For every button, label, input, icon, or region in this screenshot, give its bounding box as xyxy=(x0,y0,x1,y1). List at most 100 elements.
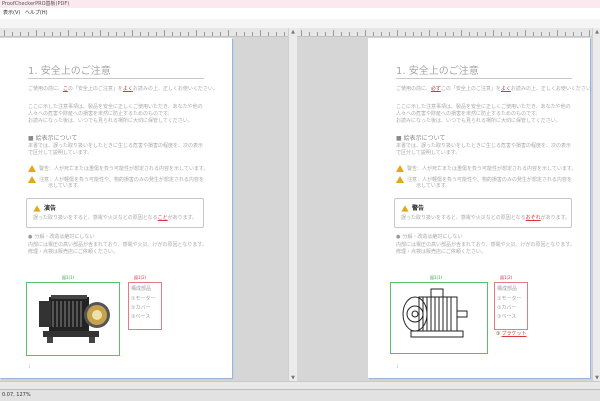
status-bar: 0.07, 127% xyxy=(0,389,600,401)
ruler-tick xyxy=(236,32,237,36)
ruler-tick xyxy=(36,30,37,36)
ruler-tick xyxy=(525,30,526,36)
callout-body: 誤った取り扱いをすると、感電や火災などの原因となるおそれがあります。 xyxy=(401,215,571,221)
left-document-pane[interactable]: 1. 安全上のご注意 ご使用の前に、この「安全上のご注意」をよくお読みの上、正し… xyxy=(0,28,288,382)
ruler-tick xyxy=(309,32,310,36)
ruler-tick xyxy=(276,32,277,36)
ruler-tick xyxy=(325,32,326,36)
right-vertical-scrollbar[interactable]: ▲ ▼ xyxy=(592,28,600,382)
ruler-tick xyxy=(20,32,21,36)
ruler-tick xyxy=(389,32,390,36)
parts-heading: 構成部品 xyxy=(497,286,518,292)
ruler-tick xyxy=(220,32,221,36)
ruler-tick xyxy=(477,32,478,36)
caution-line-2: 示しています。 xyxy=(48,183,83,189)
intro-line-1: ご使用の前に、必ずこの「安全上のご注意」をよくお読みの上、正しくお使いください。 xyxy=(396,86,592,92)
warning-line: 警告：人が死亡または重傷を負う可能性が想定される内容を示しています。 xyxy=(28,165,208,173)
ruler-tick xyxy=(100,30,101,36)
right-document-pane[interactable]: 1. 安全上のご注意 ご使用の前に、必ずこの「安全上のご注意」をよくお読みの上、… xyxy=(297,28,592,382)
left-ruler xyxy=(0,28,288,37)
ruler-tick xyxy=(140,32,141,36)
right-page: 1. 安全上のご注意 ご使用の前に、必ずこの「安全上のご注意」をよくお読みの上、… xyxy=(368,38,592,378)
callout-body: 誤った取り扱いをすると、感電や火災などの原因となることがあります。 xyxy=(33,215,198,221)
status-coordinates: 0.07, 127% xyxy=(2,392,31,398)
intro-line-2: ここに示した注意事項は、製品を安全に正しくご使用いただき、あなたや他の xyxy=(396,104,571,110)
ruler-tick xyxy=(228,30,229,36)
ruler-tick xyxy=(164,30,165,36)
ruler-tick xyxy=(461,30,462,36)
left-vertical-scrollbar[interactable]: ▲ ▼ xyxy=(288,28,297,382)
part-item-1: ①モーター xyxy=(131,296,156,302)
section-heading: ■ 絵表示について xyxy=(28,135,78,142)
ruler-tick xyxy=(485,32,486,36)
ruler-tick xyxy=(453,32,454,36)
warning-callout: 演告 誤った取り扱いをすると、感電や火災などの原因となることがあります。 xyxy=(26,198,204,228)
section-heading: ■ 絵表示について xyxy=(396,135,446,142)
menu-view[interactable]: 表示(V) xyxy=(3,8,20,19)
ruler-tick xyxy=(397,30,398,36)
red-box-label: 図1(2) xyxy=(134,275,147,280)
ruler-tick xyxy=(284,32,285,36)
ruler-tick xyxy=(108,32,109,36)
ruler-tick xyxy=(68,30,69,36)
ruler-tick xyxy=(124,32,125,36)
ruler-tick xyxy=(252,32,253,36)
ruler-tick xyxy=(565,32,566,36)
ruler-tick xyxy=(76,32,77,36)
diff-box-green[interactable] xyxy=(26,282,120,356)
ruler-tick xyxy=(413,32,414,36)
part-item-1: ①モーター xyxy=(497,296,522,302)
ruler-tick xyxy=(268,32,269,36)
callout-title: 演告 xyxy=(33,203,56,212)
ruler-tick xyxy=(381,32,382,36)
intro-line-3: 人々への危害や財産への損害を未然に防止するためのものです。 xyxy=(28,111,173,117)
callout-title: 警告 xyxy=(401,203,424,212)
ruler-tick xyxy=(333,30,334,36)
ruler-tick xyxy=(437,32,438,36)
page-title: 1. 安全上のご注意 xyxy=(396,66,479,77)
ruler-tick xyxy=(517,32,518,36)
scroll-up-icon[interactable]: ▲ xyxy=(289,28,297,36)
window-title: ProofCheckerPRO基板(PDF) xyxy=(2,1,70,7)
ruler-tick xyxy=(244,32,245,36)
ruler-tick xyxy=(180,32,181,36)
ruler-tick xyxy=(12,32,13,36)
menu-help[interactable]: ヘルプ(H) xyxy=(25,8,48,19)
ruler-tick xyxy=(52,32,53,36)
ruler-tick xyxy=(341,32,342,36)
ruler-tick xyxy=(421,32,422,36)
ruler-tick xyxy=(301,30,302,36)
section-line-2: で区分して説明しています。 xyxy=(396,150,461,156)
ruler-tick xyxy=(589,30,590,36)
caution-line-2: 示しています。 xyxy=(416,183,451,189)
scroll-up-icon[interactable]: ▲ xyxy=(593,28,600,36)
ruler-tick xyxy=(581,32,582,36)
bullet-line-2: 内部には電圧の高い部品が含まれており、感電や火災、けがの原因となります。 xyxy=(28,242,207,248)
red-box-label: 図1(2) xyxy=(500,275,513,280)
ruler-tick xyxy=(549,32,550,36)
ruler-tick xyxy=(501,32,502,36)
caution-icon xyxy=(396,176,404,183)
intro-line-3: 人々への危害や財産への損害を未然に防止するためのものです。 xyxy=(396,111,541,117)
warning-line: 警告：人が死亡または重傷を負う可能性が想定される内容を示しています。 xyxy=(396,165,576,173)
diff-box-green[interactable] xyxy=(390,282,488,354)
section-line-1: 本書では、誤った取り扱いをしたときに生じる危害や損害の程度を、次の表示 xyxy=(396,143,572,149)
warning-icon xyxy=(396,165,404,172)
section-line-1: 本書では、誤った取り扱いをしたときに生じる危害や損害の程度を、次の表示 xyxy=(28,143,204,149)
added-part-bracket: ブラケット xyxy=(496,330,526,337)
page-number: 1 xyxy=(28,364,31,369)
warning-icon xyxy=(28,165,36,172)
ruler-tick xyxy=(204,32,205,36)
page-title: 1. 安全上のご注意 xyxy=(28,66,111,77)
title-rule xyxy=(396,78,572,79)
intro-line-1: ご使用の前に、この「安全上のご注意」をよくお読みの上、正しくお使いください。 xyxy=(28,86,218,92)
warning-callout: 警告 誤った取り扱いをすると、感電や火災などの原因となるおそれがあります。 xyxy=(394,198,572,228)
menu-bar: 表示(V) ヘルプ(H) xyxy=(0,8,600,19)
part-item-3: ③ベース xyxy=(131,314,151,320)
ruler-tick xyxy=(365,30,366,36)
bullet-line-2: 内部には電圧の高い部品が含まれており、感電や火災、けがの原因となります。 xyxy=(396,242,575,248)
ruler-tick xyxy=(156,32,157,36)
bullet-1: 分解・改造は絶対にしない xyxy=(28,234,94,241)
bullet-line-3: 修理・点検は販売店にご依頼ください。 xyxy=(28,249,118,255)
title-rule xyxy=(28,78,204,79)
